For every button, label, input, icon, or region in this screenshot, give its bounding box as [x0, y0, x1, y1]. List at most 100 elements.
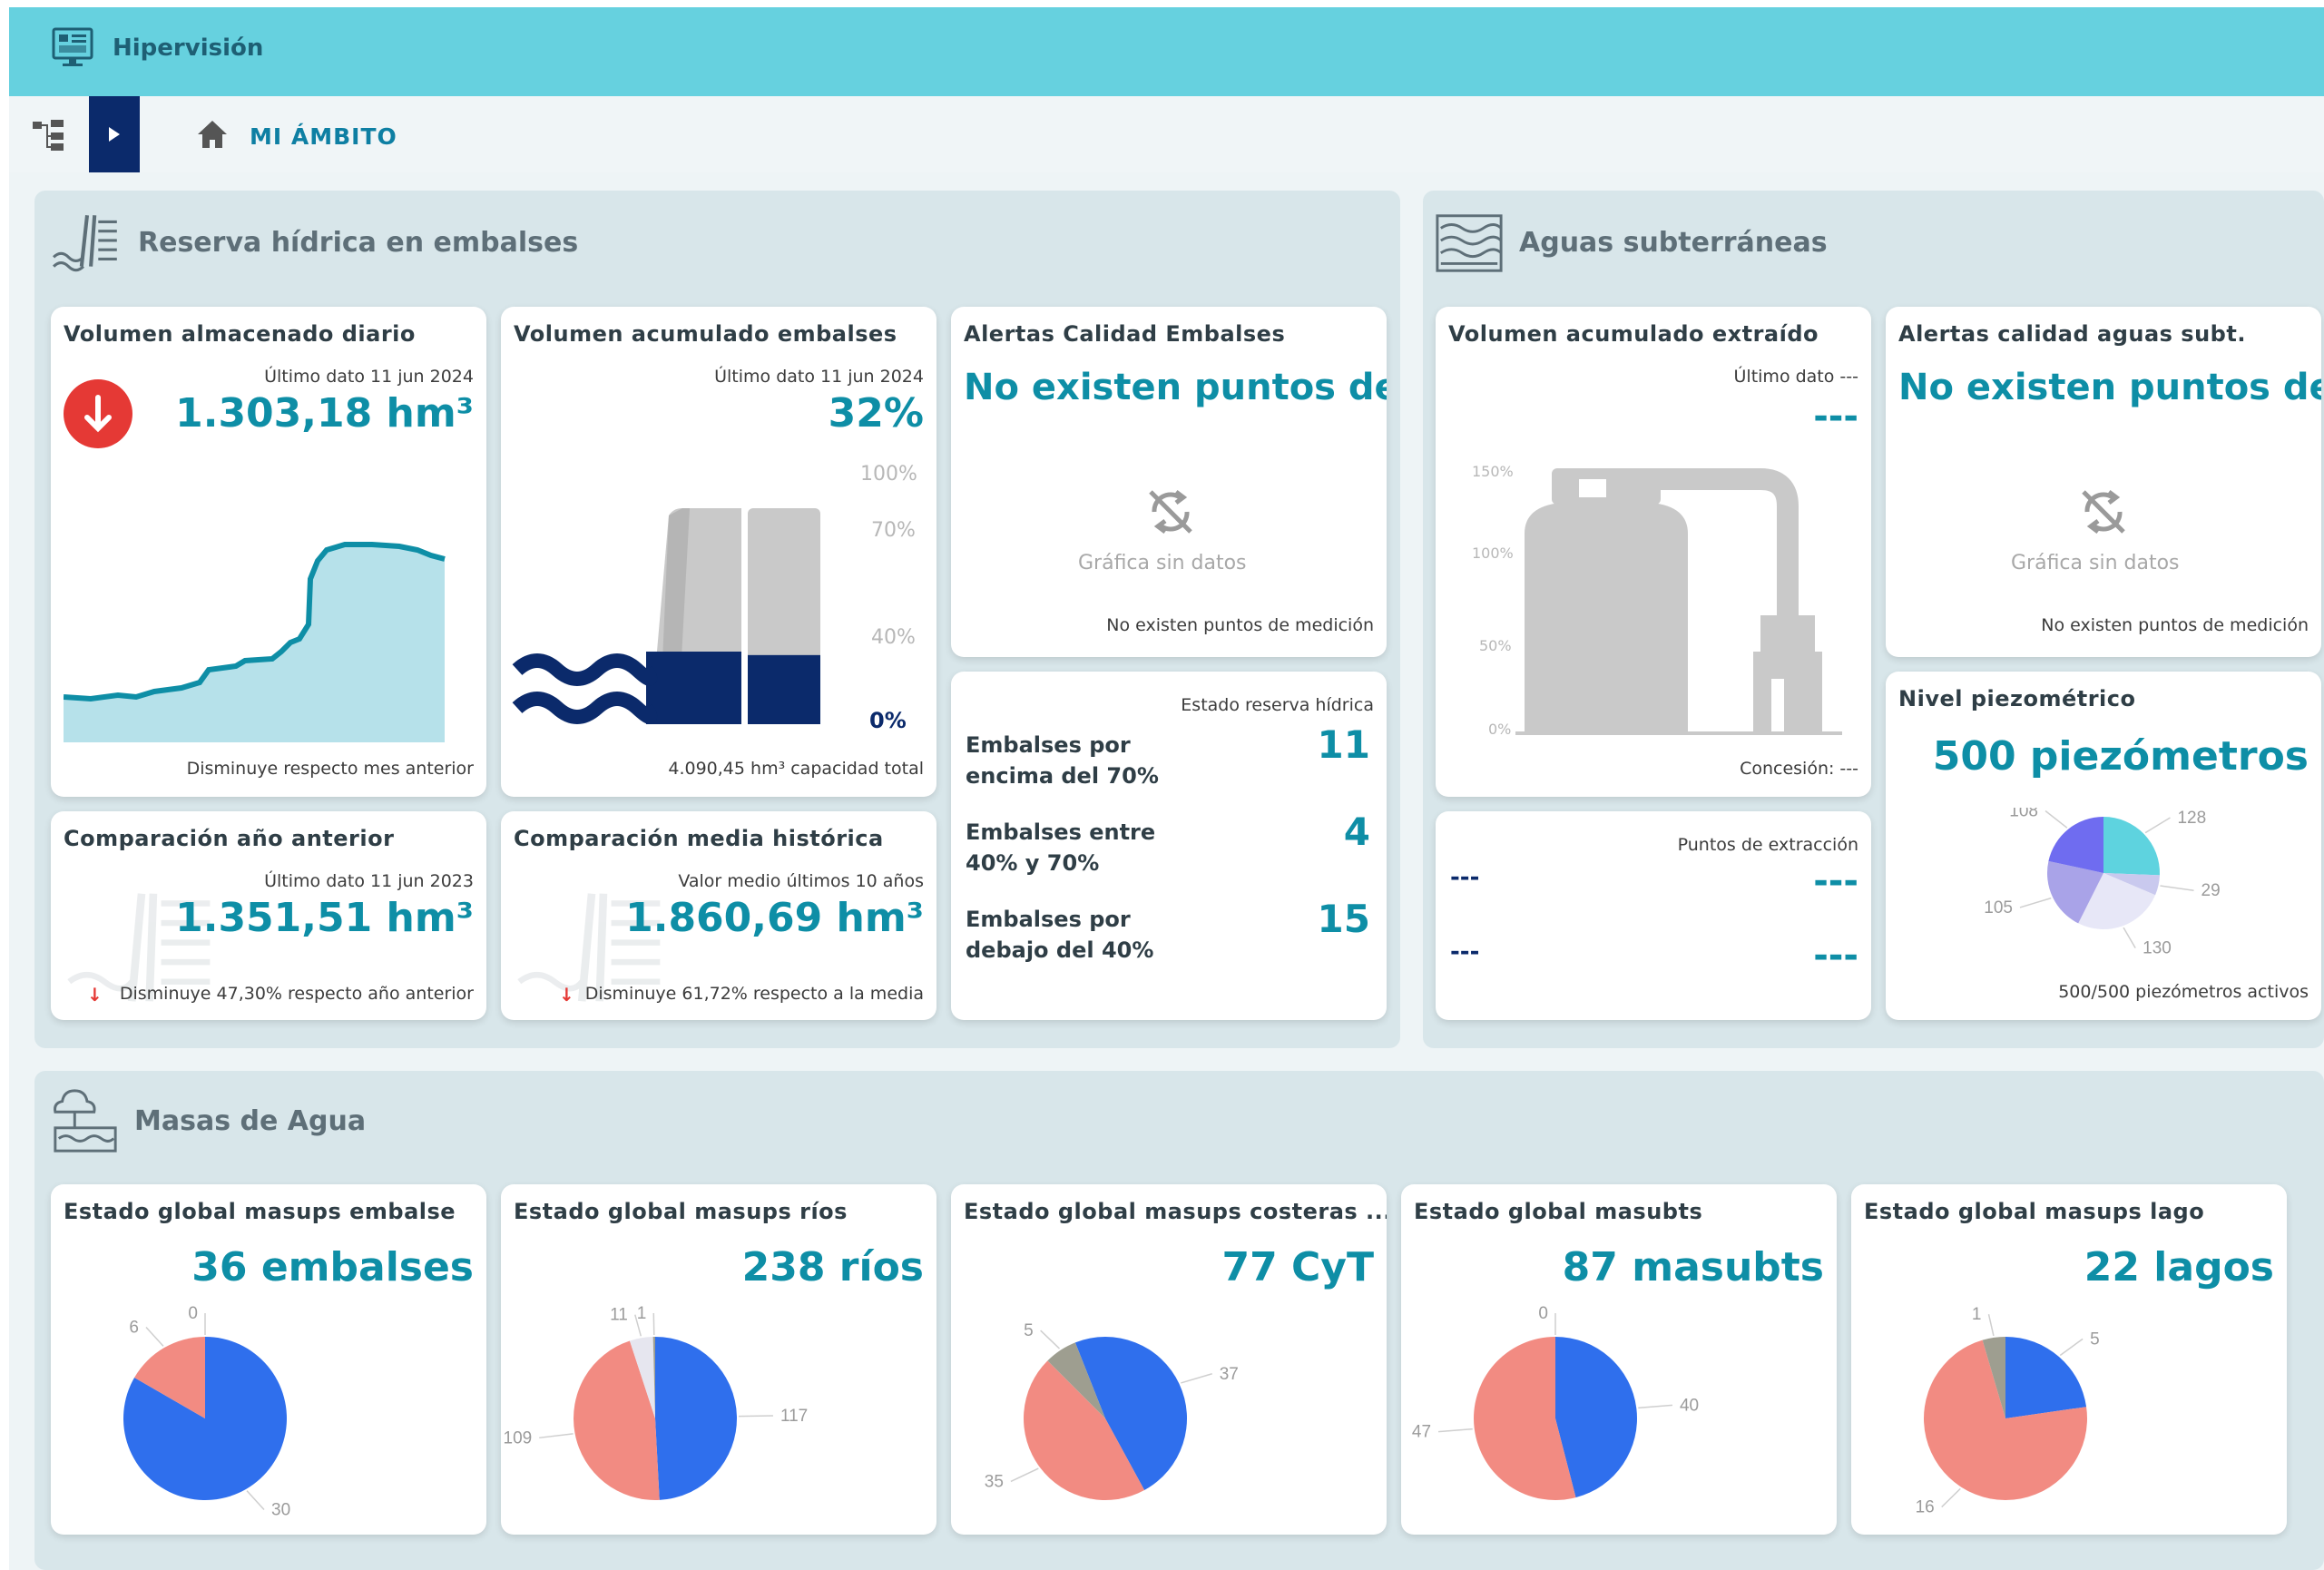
pie-slice[interactable] [655, 1337, 738, 1500]
fill-percent-value: 32% [828, 390, 924, 437]
card-puntos-extraccion[interactable]: Puntos de extracción --- --- --- --- [1436, 811, 1871, 1020]
pie-leader-line [1040, 1330, 1061, 1349]
row-right-value: --- [1813, 935, 1858, 976]
pie-data-label: 6 [129, 1319, 139, 1338]
pie-leader-line [145, 1327, 164, 1347]
row-left-value: --- [1450, 938, 1480, 966]
pie-data-label: 1 [637, 1304, 647, 1323]
pie-data-label: 130 [2143, 939, 2172, 958]
alert-status-value: No existen puntos de... [1898, 367, 2321, 408]
card-masas-costeras[interactable]: Estado global masups costeras ... 77 CyT… [951, 1184, 1387, 1535]
card-title: Volumen acumulado embalses [514, 321, 897, 347]
hierarchy-tree-icon[interactable] [27, 113, 82, 158]
card-nivel-piezometrico[interactable]: Nivel piezométrico 500 piezómetros 128 29… [1886, 672, 2321, 1020]
gauge-tick-0: 0% [1488, 721, 1512, 738]
no-data-label: Gráfica sin datos [2011, 552, 2180, 574]
card-volumen-diario[interactable]: Volumen almacenado diario Último dato 11… [51, 307, 486, 797]
count-value: 238 ríos [741, 1244, 924, 1290]
breadcrumb[interactable]: MI ÁMBITO [250, 123, 397, 150]
pie-data-label: 0 [188, 1304, 198, 1323]
gauge-tick-100: 100% [1472, 545, 1514, 562]
card-title: Alertas Calidad Embalses [964, 321, 1286, 347]
gauge-tick-50: 50% [1479, 637, 1512, 654]
tank-pump-gauge [1515, 468, 1842, 735]
pie-leader-line [2160, 885, 2194, 891]
card-comparacion-anterior[interactable]: Comparación año anterior Último dato 11 … [51, 811, 486, 1020]
pie-leader-line [1010, 1467, 1039, 1483]
pie-leader-line [2123, 927, 2136, 948]
card-estado-reserva[interactable]: Estado reserva hídrica Embalses por enci… [951, 672, 1387, 1020]
pie-leader-line [738, 1415, 773, 1418]
pie-leader-line [1437, 1428, 1473, 1433]
card-masas-lago[interactable]: Estado global masups lago 22 lagos 5 16 1 [1851, 1184, 2287, 1535]
pie-data-label: 5 [2090, 1330, 2100, 1349]
dam-waves-icon [53, 215, 117, 272]
card-title: Estado global masubts [1414, 1199, 1703, 1224]
card-alertas-embalses[interactable]: Alertas Calidad Embalses No existen punt… [951, 307, 1387, 657]
last-data-date: Último dato 11 jun 2023 [264, 871, 474, 891]
last-data-date: Último dato --- [1733, 367, 1858, 387]
pie-data-label: 1 [1972, 1305, 1982, 1324]
row-label-above-70: Embalses por encima del 70% [966, 732, 1159, 789]
card-alertas-subterraneas[interactable]: Alertas calidad aguas subt. No existen p… [1886, 307, 2321, 657]
card-masas-masubts[interactable]: Estado global masubts 87 masubts 40 47 0 [1401, 1184, 1837, 1535]
gauge-tick-150: 150% [1472, 463, 1514, 480]
section-title-reserva: Reserva hídrica en embalses [138, 227, 579, 259]
pie-data-label: 105 [1984, 898, 2013, 917]
row-left-value: --- [1450, 864, 1480, 891]
stored-volume-value: 1.303,18 hm³ [175, 390, 474, 437]
groundwater-layers-icon [1436, 214, 1503, 272]
pie-data-label: 16 [1916, 1498, 1935, 1517]
card-title: Nivel piezométrico [1898, 686, 2136, 711]
home-icon[interactable] [195, 118, 230, 151]
pie-slice[interactable] [2005, 1337, 2087, 1418]
row-label-between-40-70: Embalses entre 40% y 70% [966, 819, 1156, 876]
card-masas-rios[interactable]: Estado global masups ríos 238 ríos 117 10… [501, 1184, 936, 1535]
expand-sidebar-button[interactable] [89, 96, 140, 172]
card-footer: Concesión: --- [1740, 759, 1858, 779]
pie-leader-line [2019, 897, 2052, 908]
count-value: 36 embalses [191, 1244, 474, 1290]
card-volumen-extraido[interactable]: Volumen acumulado extraído Último dato -… [1436, 307, 1871, 797]
pie-leader-line [1987, 1314, 1995, 1337]
row-right-value: --- [1813, 860, 1858, 902]
row-value-between-40-70: 4 [1343, 810, 1370, 854]
app-title: Hipervisión [113, 34, 264, 62]
pie-data-label: 11 [610, 1306, 628, 1325]
pie-data-label: 0 [1538, 1304, 1548, 1323]
pie-data-label: 35 [985, 1472, 1004, 1491]
pie-leader-line [652, 1312, 655, 1336]
pie-data-label: 47 [1412, 1423, 1431, 1442]
card-footer: 4.090,45 hm³ capacidad total [668, 759, 924, 779]
pie-data-label: 128 [2177, 809, 2206, 828]
card-footer: Disminuye 61,72% respecto a la media [584, 984, 924, 1004]
down-arrow-icon: ↓ [87, 984, 103, 1006]
pie-leader-line [1941, 1487, 1961, 1508]
card-comparacion-media[interactable]: Comparación media histórica Valor medio … [501, 811, 936, 1020]
card-masas-embalse[interactable]: Estado global masups embalse 36 embalses… [51, 1184, 486, 1535]
last-data-date: Último dato 11 jun 2024 [714, 367, 924, 387]
card-volumen-acumulado[interactable]: Volumen acumulado embalses Último dato 1… [501, 307, 936, 797]
pie-leader-line [246, 1490, 265, 1510]
pie-leader-line [539, 1433, 574, 1439]
card-title: Comparación año anterior [64, 826, 395, 851]
card-footer: Disminuye respecto mes anterior [186, 759, 474, 779]
pie-data-label: 108 [2009, 808, 2038, 820]
gauge-tick-70: 70% [871, 519, 916, 542]
pie-leader-line [2144, 817, 2171, 834]
app-header: Hipervisión [9, 7, 2324, 96]
historic-mean-value: 1.860,69 hm³ [625, 895, 924, 941]
card-title: Volumen almacenado diario [64, 321, 416, 347]
no-data-label: Gráfica sin datos [1078, 552, 1247, 574]
pie-leader-line [2059, 1338, 2084, 1357]
card-title: Volumen acumulado extraído [1448, 321, 1819, 347]
pie-data-label: 117 [780, 1407, 808, 1426]
no-data-sync-icon [2082, 490, 2125, 534]
gauge-tick-40: 40% [871, 626, 916, 649]
piezometer-count-value: 500 piezómetros [1932, 733, 2309, 780]
row-value-below-40: 15 [1317, 897, 1370, 941]
alert-status-value: No existen puntos de... [964, 367, 1387, 408]
pie-slice[interactable] [2103, 817, 2160, 876]
volume-trend-chart [64, 542, 446, 742]
gauge-tick-0: 0% [869, 708, 907, 733]
